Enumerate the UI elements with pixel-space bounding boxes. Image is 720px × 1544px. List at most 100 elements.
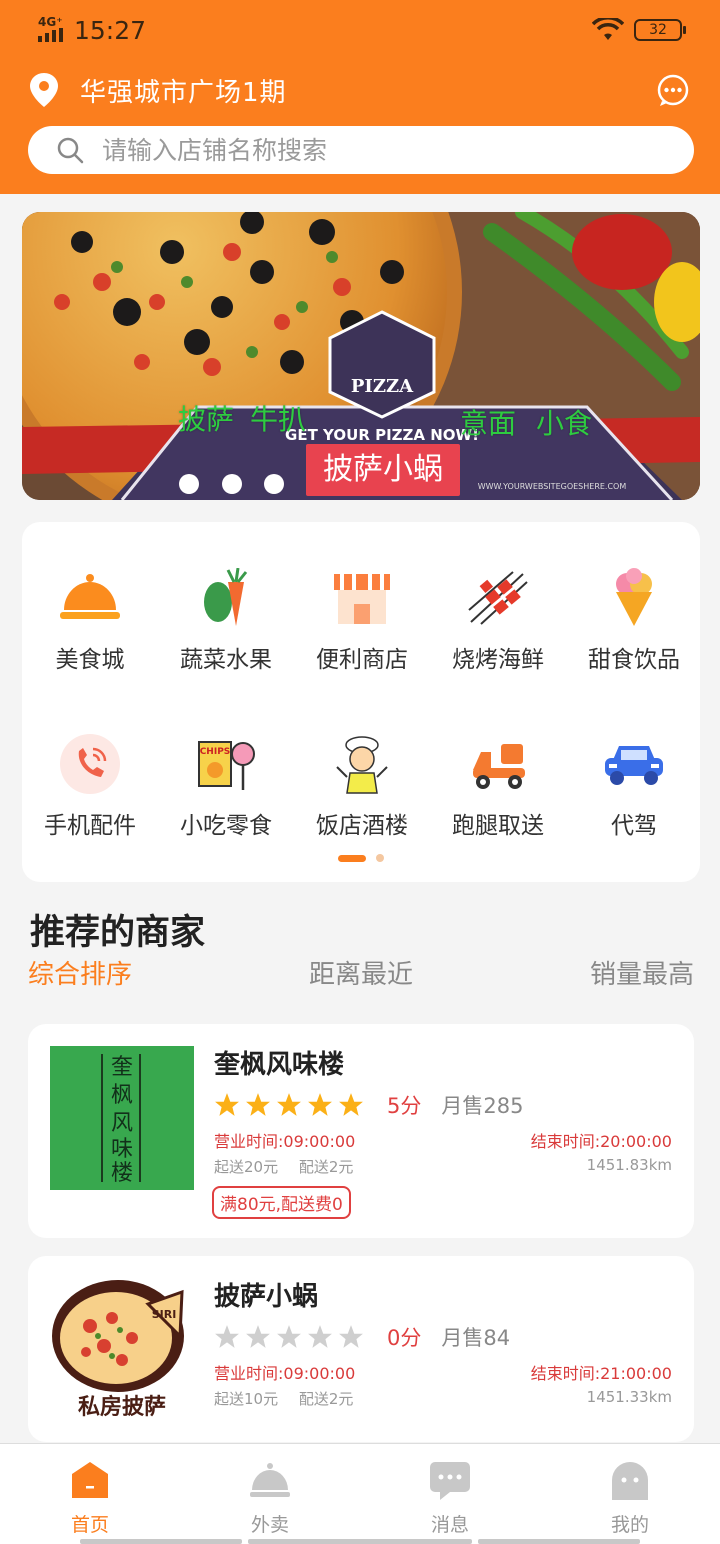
page-indicator (338, 854, 384, 862)
status-bar: 4G⁺ 15:27 32 (38, 12, 686, 48)
star-icon (246, 1093, 270, 1116)
sort-tab-sales[interactable]: 销量最高 (590, 954, 694, 991)
merchant-distance: 1451.33km (586, 1388, 672, 1406)
section-title: 推荐的商家 (30, 913, 206, 953)
category-label: 跑腿取送 (452, 813, 544, 839)
category-bbq-seafood[interactable]: 烧烤海鲜 (430, 566, 566, 674)
star-empty-icon (308, 1325, 332, 1348)
merchant-logo: SIRI 私房披萨 (50, 1278, 194, 1422)
merchant-card[interactable]: SIRI 私房披萨 披萨小蜗 0分 月售84 营业时间:09:00:00 结束时… (28, 1256, 694, 1442)
star-icon (277, 1093, 301, 1116)
merchant-name[interactable]: 奎枫风味楼 (214, 1044, 344, 1081)
tab-label: 首页 (70, 1514, 109, 1536)
merchant-score: 0分 (387, 1326, 422, 1350)
takeout-icon (250, 1463, 290, 1497)
banner-tag: 意面 (460, 407, 517, 440)
current-location[interactable]: 华强城市广场1期 (80, 72, 287, 109)
category-label: 小吃零食 (180, 813, 272, 839)
category-label: 蔬菜水果 (180, 647, 272, 673)
category-desserts-drinks[interactable]: 甜食饮品 (566, 566, 702, 674)
category-label: 手机配件 (44, 813, 136, 839)
merchant-rating: 0分 月售84 (214, 1322, 510, 1352)
merchant-rating: 5分 月售285 (214, 1090, 523, 1120)
banner-website: WWW.YOURWEBSITEGOESHERE.COM (478, 482, 627, 491)
car-icon (602, 732, 666, 796)
star-empty-icon (339, 1325, 363, 1348)
banner-slogan: GET YOUR PIZZA NOW! (285, 426, 479, 444)
phone-icon (58, 732, 122, 796)
tab-profile[interactable]: 我的 (540, 1444, 720, 1544)
svg-text:楼: 楼 (111, 1161, 133, 1186)
tab-home[interactable]: 首页 (0, 1444, 180, 1544)
sort-tab-default[interactable]: 综合排序 (28, 954, 132, 991)
search-bar[interactable] (28, 126, 694, 174)
merchant-delivery-fee: 配送2元 (298, 1390, 354, 1408)
category-designated-driver[interactable]: 代驾 (566, 732, 702, 840)
merchant-close-time: 结束时间:21:00:00 (530, 1364, 672, 1383)
home-indicator (248, 1539, 472, 1544)
merchant-logo-text: 私房披萨 (78, 1394, 166, 1420)
ice-cream-icon (602, 566, 666, 630)
vegetable-icon (194, 566, 258, 630)
category-food-court[interactable]: 美食城 (22, 566, 158, 674)
home-indicator (478, 1539, 640, 1544)
sort-tabs: 综合排序 距离最近 销量最高 (28, 954, 694, 991)
category-label: 甜食饮品 (588, 647, 680, 673)
page-dot[interactable] (376, 854, 384, 862)
wifi-icon (592, 18, 624, 40)
tab-label: 消息 (430, 1514, 469, 1536)
store-icon (330, 566, 394, 630)
clock: 15:27 (74, 15, 147, 45)
home-icon (72, 1462, 108, 1498)
merchant-close-time: 结束时间:20:00:00 (530, 1132, 672, 1151)
merchant-logo-badge: SIRI (152, 1308, 177, 1321)
merchant-open-time: 营业时间:09:00:00 (214, 1364, 356, 1383)
tab-messages[interactable]: 消息 (360, 1444, 540, 1544)
banner-shop-label[interactable]: 披萨小蜗 (306, 444, 460, 496)
banner-tag: 牛扒 (250, 403, 307, 436)
category-snacks[interactable]: CHIPS 小吃零食 (158, 732, 294, 840)
merchant-logo-char: 奎 (111, 1055, 133, 1080)
merchant-card[interactable]: 奎 枫 风 味 楼 奎枫风味楼 5分 月售285 营业时间:09:00:00 结… (28, 1024, 694, 1238)
category-label: 饭店酒楼 (316, 813, 408, 839)
delivery-scooter-icon (466, 732, 530, 796)
home-indicator (80, 1539, 242, 1544)
star-empty-icon (215, 1325, 239, 1348)
sort-tab-distance[interactable]: 距离最近 (309, 954, 413, 991)
category-grid: 美食城 蔬菜水果 便利商店 烧烤海鲜 甜食饮品 手机配件 CHIPS 小吃零食 … (22, 522, 700, 882)
network-indicator: 4G⁺ (38, 16, 68, 44)
merchant-monthly-sales: 月售285 (441, 1094, 524, 1118)
merchant-distance: 1451.83km (586, 1156, 672, 1174)
star-icon (308, 1093, 332, 1116)
merchant-logo: 奎 枫 风 味 楼 (50, 1046, 194, 1190)
svg-text:枫: 枫 (111, 1083, 133, 1108)
location-pin-icon[interactable] (30, 73, 58, 107)
merchant-name[interactable]: 披萨小蜗 (214, 1276, 318, 1313)
category-restaurants[interactable]: 饭店酒楼 (294, 732, 430, 840)
tab-takeout[interactable]: 外卖 (180, 1444, 360, 1544)
battery-indicator: 32 (634, 19, 686, 41)
category-label: 烧烤海鲜 (452, 647, 544, 673)
promo-banner[interactable]: PIZZA GET YOUR PIZZA NOW! WWW.YOURWEBSIT… (22, 212, 700, 500)
food-cover-icon (58, 566, 122, 630)
category-vegetables-fruit[interactable]: 蔬菜水果 (158, 566, 294, 674)
category-phone-accessories[interactable]: 手机配件 (22, 732, 158, 840)
category-errands[interactable]: 跑腿取送 (430, 732, 566, 840)
merchant-monthly-sales: 月售84 (441, 1326, 511, 1350)
banner-logo-text: PIZZA (351, 376, 414, 397)
snack-icon: CHIPS (194, 732, 258, 796)
banner-tag: 披萨 (178, 403, 235, 436)
search-icon (57, 137, 84, 164)
search-input[interactable] (102, 135, 662, 165)
app-header: 4G⁺ 15:27 32 华强城市广场1期 (0, 0, 720, 194)
signal-icon (38, 28, 63, 42)
message-bubble-icon[interactable] (656, 73, 690, 107)
star-empty-icon (277, 1325, 301, 1348)
category-convenience-store[interactable]: 便利商店 (294, 566, 430, 674)
merchant-fees: 起送20元 配送2元 (214, 1156, 369, 1177)
merchant-fees: 起送10元 配送2元 (214, 1388, 369, 1409)
merchant-min-order: 起送10元 (214, 1390, 279, 1408)
merchant-open-time: 营业时间:09:00:00 (214, 1132, 356, 1151)
tab-label: 我的 (610, 1514, 649, 1536)
bbq-icon (466, 566, 530, 630)
